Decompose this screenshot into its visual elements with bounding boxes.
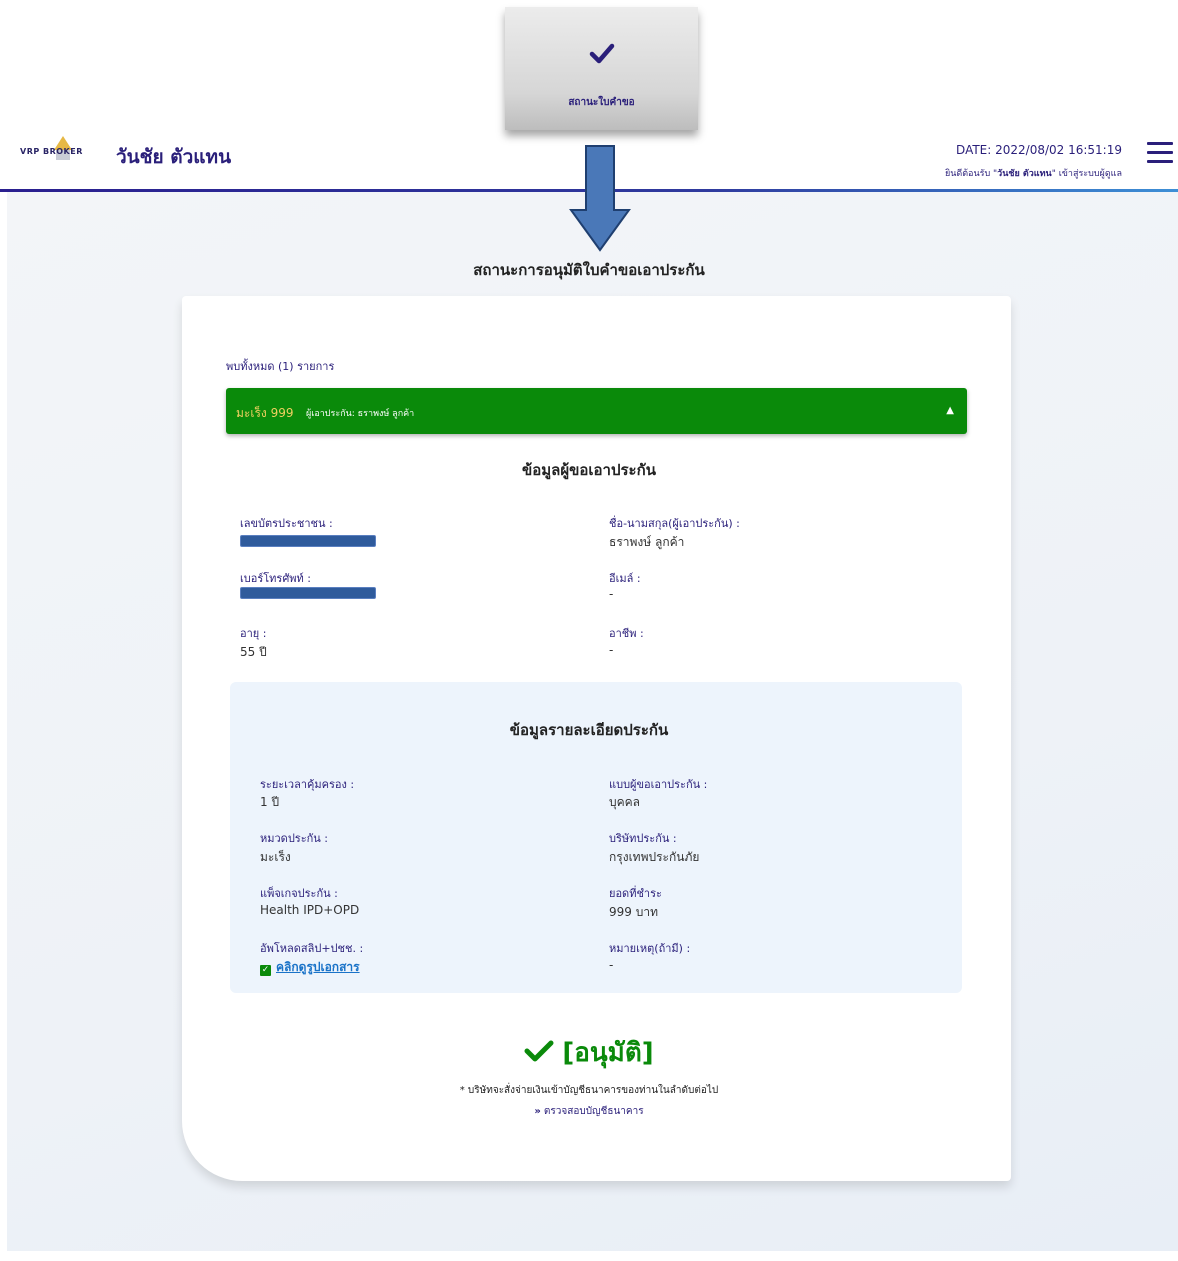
check-bank-account-link[interactable]: » ตรวจสอบบัญชีธนาคาร bbox=[0, 1104, 1178, 1119]
hamburger-icon[interactable] bbox=[1147, 142, 1173, 164]
occupation-label: อาชีพ : bbox=[609, 627, 644, 640]
view-document-link[interactable]: ✓ คลิกดูรูปเอกสาร bbox=[260, 958, 360, 977]
note-label: หมายเหตุ(ถ้ามี) : bbox=[609, 942, 691, 955]
logo[interactable]: VRP BROKER bbox=[18, 134, 96, 168]
amount-value: 999 บาท bbox=[609, 905, 658, 919]
package-label: แพ็จเกจประกัน : bbox=[260, 887, 338, 900]
name-value: ธราพงษ์ ลูกค้า bbox=[609, 535, 685, 549]
redacted-id bbox=[240, 535, 376, 547]
result-item-header[interactable]: มะเร็ง 999 ผู้เอาประกัน: ธราพงษ์ ลูกค้า … bbox=[226, 388, 967, 434]
found-count: พบทั้งหมด (1) รายการ bbox=[226, 360, 335, 373]
item-insured: ผู้เอาประกัน: ธราพงษ์ ลูกค้า bbox=[306, 409, 415, 419]
type-label: แบบผู้ขอเอาประกัน : bbox=[609, 778, 708, 791]
email-value: - bbox=[609, 587, 614, 601]
occupation-value: - bbox=[609, 643, 614, 657]
category-value: มะเร็ง bbox=[260, 850, 291, 864]
upload-label: อัพโหลดสลิป+ปชช. : bbox=[260, 942, 364, 955]
double-chevron-right-icon: » bbox=[534, 1106, 541, 1117]
check-icon bbox=[524, 1040, 554, 1062]
welcome-suffix: " เข้าสู่ระบบผู้ดูแล bbox=[1051, 169, 1122, 179]
welcome-prefix: ยินดีต้อนรับ " bbox=[944, 169, 998, 179]
page-title: สถานะการอนุมัติใบคำขอเอาประกัน bbox=[473, 261, 705, 279]
age-label: อายุ : bbox=[240, 627, 267, 640]
welcome-name: วันชัย ตัวแทน bbox=[997, 169, 1052, 179]
chevron-up-icon: ▲ bbox=[946, 405, 954, 416]
period-value: 1 ปี bbox=[260, 795, 280, 809]
view-document-label: คลิกดูรูปเอกสาร bbox=[276, 960, 360, 974]
item-category: มะเร็ง 999 bbox=[236, 406, 294, 420]
age-value: 55 ปี bbox=[240, 645, 267, 659]
applicant-section-title: ข้อมูลผู้ขอเอาประกัน bbox=[522, 461, 656, 479]
name-label: ชื่อ-นามสกุล(ผู้เอาประกัน) : bbox=[609, 517, 740, 530]
id-label: เลขบัตรประชาชน : bbox=[240, 517, 333, 530]
approved-status: [อนุมัติ] bbox=[0, 1032, 1178, 1073]
logo-text: VRP BROKER bbox=[20, 147, 83, 156]
request-status-label: สถานะใบคำขอ bbox=[568, 97, 635, 108]
type-value: บุคคล bbox=[609, 795, 641, 809]
category-label: หมวดประกัน : bbox=[260, 832, 329, 845]
email-label: อีเมล์ : bbox=[609, 572, 641, 585]
bank-link-label: ตรวจสอบบัญชีธนาคาร bbox=[543, 1106, 644, 1117]
note-value: - bbox=[609, 958, 614, 972]
payment-note: * บริษัทจะสั่งจ่ายเงินเข้าบัญชีธนาคารของ… bbox=[459, 1085, 719, 1096]
redacted-phone bbox=[240, 587, 376, 599]
check-icon bbox=[589, 43, 615, 64]
phone-label: เบอร์โทรศัพท์ : bbox=[240, 572, 312, 585]
period-label: ระยะเวลาคุ้มครอง : bbox=[260, 778, 355, 791]
package-value: Health IPD+OPD bbox=[260, 903, 360, 917]
header-user-name: วันชัย ตัวแทน bbox=[116, 146, 232, 168]
company-value: กรุงเทพประกันภัย bbox=[609, 850, 700, 864]
amount-label: ยอดที่ชำระ bbox=[609, 887, 662, 900]
header-date: DATE: 2022/08/02 16:51:19 bbox=[956, 143, 1122, 157]
insurance-section-title: ข้อมูลรายละเอียดประกัน bbox=[509, 721, 669, 739]
header-welcome: ยินดีต้อนรับ "วันชัย ตัวแทน" เข้าสู่ระบบ… bbox=[945, 166, 1122, 180]
checkbox-checked-icon: ✓ bbox=[260, 965, 271, 976]
approved-text: [อนุมัติ] bbox=[562, 1038, 654, 1068]
down-arrow-icon bbox=[569, 145, 631, 252]
company-label: บริษัทประกัน : bbox=[609, 832, 677, 845]
request-status-button[interactable]: สถานะใบคำขอ bbox=[505, 7, 698, 130]
